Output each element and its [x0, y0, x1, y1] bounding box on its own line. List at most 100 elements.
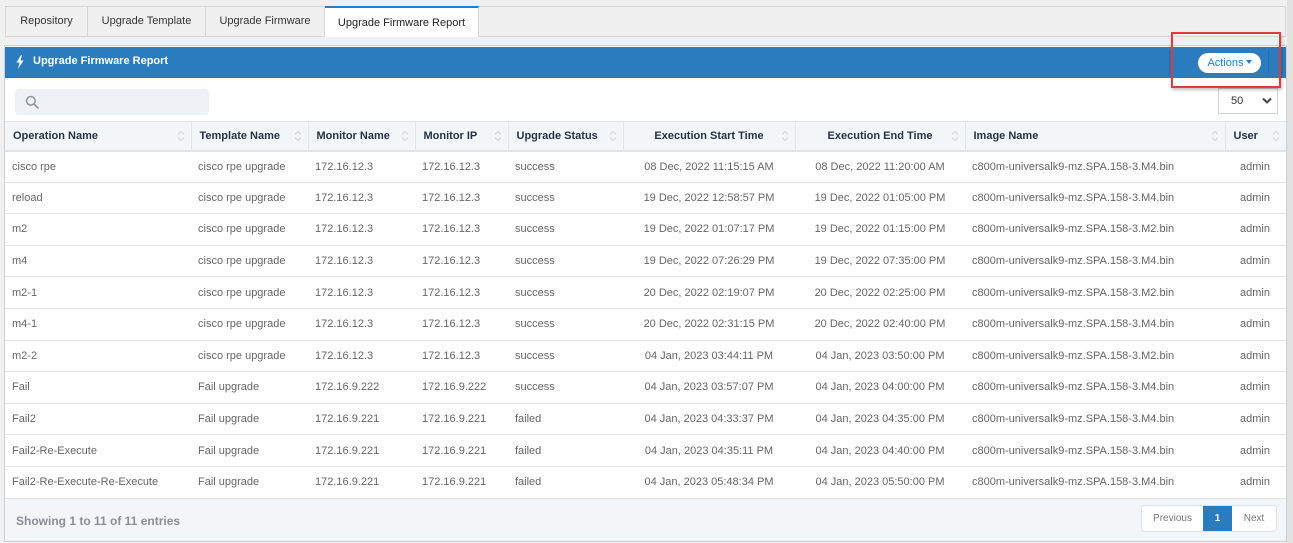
cell-monitor-ip: 172.16.12.3: [415, 182, 508, 215]
table-row[interactable]: cisco rpe cisco rpe upgrade 172.16.12.3 172…: [5, 150, 1286, 183]
scrollbar-track[interactable]: [1287, 0, 1293, 543]
sort-icon[interactable]: [494, 130, 502, 142]
cell-upgrade-status: success: [508, 276, 623, 309]
table-row[interactable]: reload cisco rpe upgrade 172.16.12.3 172.16…: [5, 182, 1286, 215]
cell-monitor-name: 172.16.9.221: [308, 434, 415, 467]
cell-execution-end-time: 04 Jan, 2023 04:40:00 PM: [795, 434, 965, 467]
search-icon: [25, 95, 39, 109]
cell-user: admin: [1225, 434, 1286, 467]
cell-execution-start-time: 19 Dec, 2022 01:07:17 PM: [623, 213, 795, 246]
page-size-select[interactable]: 50: [1218, 88, 1278, 114]
table-row[interactable]: m2 cisco rpe upgrade 172.16.12.3 172.16.12.…: [5, 213, 1286, 246]
cell-operation-name: Fail2-Re-Execute-Re-Execute: [5, 466, 191, 499]
cell-monitor-name: 172.16.12.3: [308, 245, 415, 278]
cell-execution-end-time: 20 Dec, 2022 02:40:00 PM: [795, 308, 965, 341]
tab-upgrade-template[interactable]: Upgrade Template: [88, 7, 206, 36]
table-row[interactable]: Fail2-Re-Execute Fail upgrade 172.16.9.221…: [5, 434, 1286, 467]
cell-template-name: cisco rpe upgrade: [191, 182, 308, 215]
cell-image-name: c800m-universalk9-mz.SPA.158-3.M4.bin: [965, 150, 1225, 183]
column-header-image-name[interactable]: Image Name: [965, 121, 1226, 152]
sort-icon[interactable]: [294, 130, 302, 142]
table-row[interactable]: m2-1 cisco rpe upgrade 172.16.12.3 172.16.1…: [5, 276, 1286, 309]
column-header-template-name[interactable]: Template Name: [191, 121, 309, 152]
column-header-label: Execution End Time: [827, 129, 933, 142]
report-table-wrapper: Operation Name Template Name Monitor Name M…: [5, 121, 1286, 499]
cell-user: admin: [1225, 276, 1286, 309]
cell-user: admin: [1225, 308, 1286, 341]
cell-monitor-name: 172.16.9.221: [308, 403, 415, 436]
sort-icon[interactable]: [609, 130, 617, 142]
cell-operation-name: m2-2: [5, 340, 191, 373]
table-row[interactable]: m4 cisco rpe upgrade 172.16.12.3 172.16.12.…: [5, 245, 1286, 278]
cell-template-name: Fail upgrade: [191, 466, 308, 499]
column-header-label: Operation Name: [13, 129, 98, 142]
column-header-user[interactable]: User: [1225, 121, 1286, 152]
cell-monitor-ip: 172.16.12.3: [415, 245, 508, 278]
page-size-value: 50: [1231, 95, 1244, 107]
column-header-monitor-ip[interactable]: Monitor IP: [415, 121, 509, 152]
column-header-execution-start-time[interactable]: Execution Start Time: [623, 121, 796, 152]
header-divider: [1268, 50, 1269, 75]
cell-image-name: c800m-universalk9-mz.SPA.158-3.M2.bin: [965, 276, 1225, 309]
column-header-operation-name[interactable]: Operation Name: [5, 121, 192, 152]
cell-template-name: cisco rpe upgrade: [191, 213, 308, 246]
column-header-label: Execution Start Time: [654, 129, 764, 142]
column-header-monitor-name[interactable]: Monitor Name: [308, 121, 416, 152]
sort-icon[interactable]: [401, 130, 409, 142]
sort-icon[interactable]: [1272, 130, 1280, 142]
page-1-button[interactable]: 1: [1203, 506, 1232, 531]
table-row[interactable]: m2-2 cisco rpe upgrade 172.16.12.3 172.16.1…: [5, 340, 1286, 373]
tab-upgrade-firmware[interactable]: Upgrade Firmware: [206, 7, 325, 36]
cell-execution-start-time: 04 Jan, 2023 05:48:34 PM: [623, 466, 795, 499]
cell-monitor-name: 172.16.12.3: [308, 308, 415, 341]
cell-image-name: c800m-universalk9-mz.SPA.158-3.M4.bin: [965, 371, 1225, 404]
cell-template-name: cisco rpe upgrade: [191, 150, 308, 183]
cell-monitor-name: 172.16.12.3: [308, 150, 415, 183]
cell-execution-end-time: 04 Jan, 2023 04:00:00 PM: [795, 371, 965, 404]
cell-operation-name: m4-1: [5, 308, 191, 341]
cell-template-name: cisco rpe upgrade: [191, 276, 308, 309]
cell-upgrade-status: success: [508, 371, 623, 404]
tab-upgrade-firmware-report[interactable]: Upgrade Firmware Report: [325, 6, 479, 37]
cell-execution-end-time: 04 Jan, 2023 04:35:00 PM: [795, 403, 965, 436]
cell-operation-name: Fail2-Re-Execute: [5, 434, 191, 467]
cell-execution-start-time: 19 Dec, 2022 07:26:29 PM: [623, 245, 795, 278]
column-header-upgrade-status[interactable]: Upgrade Status: [508, 121, 624, 152]
sort-icon[interactable]: [781, 130, 789, 142]
cell-monitor-ip: 172.16.12.3: [415, 150, 508, 183]
sort-icon[interactable]: [1211, 130, 1219, 142]
cell-image-name: c800m-universalk9-mz.SPA.158-3.M4.bin: [965, 245, 1225, 278]
cell-template-name: cisco rpe upgrade: [191, 245, 308, 278]
cell-image-name: c800m-universalk9-mz.SPA.158-3.M4.bin: [965, 466, 1225, 499]
next-page-button[interactable]: Next: [1232, 506, 1276, 531]
tab-bar: Repository Upgrade Template Upgrade Firm…: [5, 6, 1286, 37]
cell-monitor-ip: 172.16.9.221: [415, 434, 508, 467]
actions-button[interactable]: Actions: [1198, 53, 1261, 73]
sort-icon[interactable]: [951, 130, 959, 142]
cell-execution-start-time: 04 Jan, 2023 04:35:11 PM: [623, 434, 795, 467]
column-header-label: Upgrade Status: [516, 129, 598, 142]
report-table: Operation Name Template Name Monitor Name M…: [5, 121, 1286, 499]
cell-monitor-ip: 172.16.9.221: [415, 403, 508, 436]
cell-monitor-name: 172.16.9.221: [308, 466, 415, 499]
tab-repository[interactable]: Repository: [6, 7, 88, 36]
sort-icon[interactable]: [177, 130, 185, 142]
table-row[interactable]: Fail2-Re-Execute-Re-Execute Fail upgrade 1…: [5, 466, 1286, 499]
table-row[interactable]: m4-1 cisco rpe upgrade 172.16.12.3 172.16.1…: [5, 308, 1286, 341]
table-row[interactable]: Fail Fail upgrade 172.16.9.222 172.16.9.222…: [5, 371, 1286, 404]
cell-operation-name: Fail2: [5, 403, 191, 436]
cell-user: admin: [1225, 466, 1286, 499]
column-header-execution-end-time[interactable]: Execution End Time: [795, 121, 966, 152]
previous-page-button[interactable]: Previous: [1142, 506, 1203, 531]
cell-upgrade-status: success: [508, 213, 623, 246]
cell-upgrade-status: success: [508, 308, 623, 341]
cell-execution-start-time: 19 Dec, 2022 12:58:57 PM: [623, 182, 795, 215]
header-divider: [1169, 50, 1170, 75]
cell-monitor-name: 172.16.12.3: [308, 340, 415, 373]
search-box[interactable]: [15, 89, 209, 115]
column-header-label: User: [1233, 129, 1258, 142]
bolt-icon: [16, 55, 24, 69]
table-row[interactable]: Fail2 Fail upgrade 172.16.9.221 172.16.9.22…: [5, 403, 1286, 436]
search-input[interactable]: [45, 92, 200, 112]
table-header-row: Operation Name Template Name Monitor Name M…: [5, 121, 1286, 152]
